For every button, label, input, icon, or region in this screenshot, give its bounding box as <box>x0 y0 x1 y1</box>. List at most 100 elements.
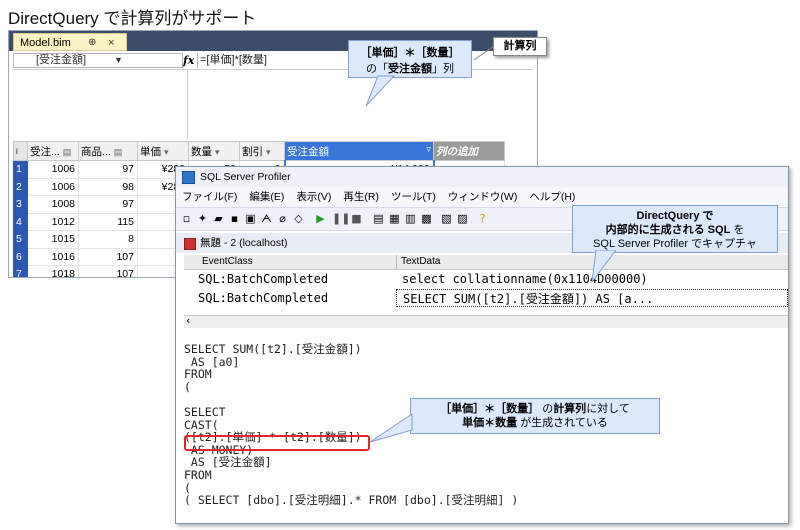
new-trace-icon[interactable]: ▫ <box>180 212 193 225</box>
row-number[interactable]: 5 <box>13 230 28 249</box>
menu-item-tools[interactable]: ツール(T) <box>391 187 436 207</box>
callout-text: 計算列 <box>553 403 587 415</box>
table-cell: 1018 <box>27 265 79 277</box>
sort-icon[interactable]: ▤ <box>63 147 72 157</box>
find-icon[interactable]: ᗅ <box>260 212 273 225</box>
event-grid-header: EventClass TextData <box>184 255 788 270</box>
pin-icon[interactable]: ⊕ <box>88 34 96 52</box>
sql-line: SELECT SUM([t2].[受注金額]) <box>184 342 362 356</box>
scroll-left-icon[interactable]: ‹ <box>186 314 190 327</box>
sql-line: AS [a0] <box>184 354 240 369</box>
profiler-app-icon <box>182 171 195 184</box>
trace-icon <box>184 238 196 250</box>
callout-line: SQL Server Profiler でキャプチャ <box>593 238 757 250</box>
column-selector-value: [受注金額] <box>36 54 87 66</box>
column-header-label: 数量 <box>191 145 212 158</box>
row-number[interactable]: 7 <box>13 265 28 277</box>
row-number[interactable]: 1 <box>13 160 28 179</box>
column-header[interactable]: 数量 ▾ <box>188 141 240 161</box>
callout-line: ［単価］＊［数量］ <box>360 47 460 59</box>
sort-icon[interactable]: ▤ <box>114 147 123 157</box>
table-cell: 1008 <box>27 195 79 214</box>
row-number[interactable]: 4 <box>13 212 28 231</box>
callout-line: ［単価］＊［数量］ の計算列に対して <box>411 402 659 416</box>
table-cell: 1006 <box>27 160 79 179</box>
menu-item-edit[interactable]: 編集(E) <box>249 187 284 207</box>
menu-item-replay[interactable]: 再生(R) <box>343 187 379 207</box>
column-header-textdata[interactable]: TextData <box>396 255 440 269</box>
callout-pointer <box>591 250 617 284</box>
close-icon[interactable]: × <box>108 34 114 52</box>
erase-icon[interactable]: ◇ <box>292 212 305 225</box>
table-cell: 8 <box>78 230 138 249</box>
row-number[interactable]: 6 <box>13 247 28 266</box>
trace-window-title: 無題 - 2 (localhost) <box>200 237 288 249</box>
stop-icon[interactable]: ■ <box>350 212 363 225</box>
event-row-selected[interactable]: SQL:BatchCompleted SELECT SUM([t2].[受注金額… <box>184 289 788 307</box>
table-cell: 98 <box>78 177 138 196</box>
monitor-icon[interactable]: ▥ <box>404 212 417 225</box>
save-icon[interactable]: ▪ <box>228 212 241 225</box>
column-header[interactable]: 商品... ▤ <box>78 141 138 161</box>
callout-pointer <box>369 413 413 443</box>
fx-icon: fx <box>183 54 195 67</box>
table-cell: 97 <box>78 160 138 179</box>
column-header-eventclass[interactable]: EventClass <box>202 255 253 269</box>
pause-icon[interactable]: ❚❚ <box>332 212 350 225</box>
chevron-down-icon[interactable]: ▼ <box>114 54 123 67</box>
tab-model-bim[interactable]: Model.bim ⊕ × <box>13 33 127 51</box>
callout-text: ［単価］＊［数量］ <box>440 403 540 415</box>
calculated-column-tag: 計算列 <box>493 37 547 56</box>
column-header[interactable]: 割引 ▾ <box>239 141 285 161</box>
column-header-label: 受注... <box>30 145 60 158</box>
column-header-label: 割引 <box>242 145 263 158</box>
callout-line: 内部的に生成される SQL を <box>573 223 777 237</box>
activity-icon[interactable]: ▤ <box>372 212 385 225</box>
column-header[interactable]: 受注... ▤ <box>27 141 79 161</box>
callout-text: の <box>542 403 554 415</box>
sort-icon[interactable]: ▾ <box>266 147 271 157</box>
formula-expanded-area <box>13 69 533 140</box>
row-number[interactable]: 2 <box>13 177 28 196</box>
menu-item-window[interactable]: ウィンドウ(W) <box>448 187 517 207</box>
clear-icon[interactable]: ⌀ <box>276 212 289 225</box>
open-icon[interactable]: ▰ <box>212 212 225 225</box>
table-icon[interactable]: ▧ <box>440 212 453 225</box>
column-header-selected[interactable]: 受注金額 ▿ <box>284 141 434 161</box>
horizontal-scrollbar[interactable]: ‹ <box>184 314 788 328</box>
table-cell: 115 <box>78 212 138 231</box>
help-icon[interactable]: ? <box>476 212 489 225</box>
sql-line: FROM <box>184 367 212 382</box>
menu-item-help[interactable]: ヘルプ(H) <box>529 187 575 207</box>
filter-icon[interactable]: ▿ <box>426 144 431 155</box>
highlight-box <box>184 435 370 451</box>
column-header[interactable]: 単価 ▾ <box>137 141 189 161</box>
menu-item-view[interactable]: 表示(V) <box>296 187 331 207</box>
callout-profiler-capture: DirectQuery で 内部的に生成される SQL を SQL Server… <box>572 205 778 253</box>
run-icon[interactable]: ▶ <box>314 212 327 225</box>
tuning-icon[interactable]: ▦ <box>388 212 401 225</box>
new-template-icon[interactable]: ✦ <box>196 212 209 225</box>
add-column-header[interactable]: 列の追加 <box>433 141 505 161</box>
sort-icon[interactable]: ▾ <box>215 147 220 157</box>
event-class-cell: SQL:BatchCompleted <box>198 291 329 305</box>
textdata-cell: SELECT SUM([t2].[受注金額]) AS [a... <box>396 289 788 307</box>
profiler-title-bar: SQL Server Profiler <box>176 167 788 187</box>
properties-icon[interactable]: ▣ <box>244 212 257 225</box>
table-cell: 107 <box>78 247 138 266</box>
add-column-label: 列の追加 <box>436 145 478 158</box>
sql-line: ( SELECT [dbo].[受注明細].* FROM [dbo].[受注明細… <box>184 493 519 508</box>
callout-line: DirectQuery で <box>636 210 714 222</box>
callout-text: に対して <box>586 403 630 415</box>
tab-label: Model.bim <box>20 37 71 49</box>
row-number[interactable]: 3 <box>13 195 28 214</box>
column-selector[interactable]: [受注金額] ▼ <box>13 53 183 68</box>
event-row[interactable]: SQL:BatchCompleted select collationname(… <box>184 270 788 288</box>
sort-icon[interactable]: ▾ <box>164 147 169 157</box>
callout-pointer <box>365 75 396 107</box>
callout-line: 単価＊数量 が生成されている <box>411 416 659 430</box>
menu-item-file[interactable]: ファイル(F) <box>182 187 237 207</box>
perfmon-icon[interactable]: ▩ <box>420 212 433 225</box>
window-title: SQL Server Profiler <box>200 171 291 183</box>
chart-icon[interactable]: ▨ <box>456 212 469 225</box>
